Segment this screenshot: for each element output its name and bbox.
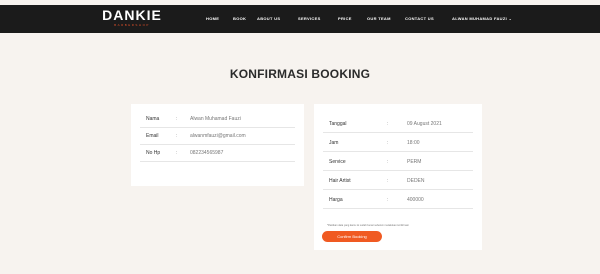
- field-label: Service: [329, 159, 346, 165]
- field-separator: :: [387, 140, 389, 146]
- field-label: Email: [146, 133, 159, 139]
- field-separator: :: [387, 178, 389, 184]
- field-separator: :: [387, 197, 389, 203]
- booking-row-price: Harga : 400000: [323, 192, 473, 209]
- field-label: Jam: [329, 140, 339, 146]
- customer-card: Nama : Alwan Muhamad Fauzi Email : alwan…: [131, 104, 304, 186]
- field-value: 18:00: [407, 140, 420, 146]
- booking-card: Tanggal : 09 August 2021 Jam : 18:00 Ser…: [314, 104, 482, 250]
- nav-services[interactable]: SERVICES: [298, 14, 321, 24]
- field-separator: :: [176, 116, 178, 122]
- field-label: No Hp: [146, 150, 161, 156]
- nav-user-menu[interactable]: ALWAN MUHAMAD FAUZI ⌄: [452, 14, 512, 24]
- booking-row-date: Tanggal : 09 August 2021: [323, 116, 473, 133]
- field-separator: :: [387, 159, 389, 165]
- field-value: 400000: [407, 197, 424, 203]
- nav-book[interactable]: BOOK: [233, 14, 246, 24]
- booking-row-time: Jam : 18:00: [323, 135, 473, 152]
- field-label: Nama: [146, 116, 160, 122]
- customer-row-name: Nama : Alwan Muhamad Fauzi: [140, 111, 295, 128]
- field-value: PERM: [407, 159, 422, 165]
- chevron-down-icon: ⌄: [508, 16, 513, 21]
- nav-about-us[interactable]: ABOUT US: [257, 14, 280, 24]
- field-label: Hair Artist: [329, 178, 351, 184]
- field-label: Tanggal: [329, 121, 347, 127]
- confirm-booking-button[interactable]: Confirm Booking: [322, 231, 382, 242]
- field-separator: :: [176, 150, 178, 156]
- customer-row-phone: No Hp : 082234565987: [140, 145, 295, 162]
- brand-tagline: BARBERSHOP: [114, 23, 150, 27]
- booking-row-hair-artist: Hair Artist : DEDEN: [323, 173, 473, 190]
- page-title: KONFIRMASI BOOKING: [229, 67, 371, 81]
- booking-row-service: Service : PERM: [323, 154, 473, 171]
- nav-price[interactable]: PRICE: [338, 14, 352, 24]
- field-value: DEDEN: [407, 178, 425, 184]
- field-value: 09 August 2021: [407, 121, 442, 127]
- confirmation-note: *Pastikan data yang kamu isi sudah benar…: [327, 224, 409, 227]
- user-name: ALWAN MUHAMAD FAUZI: [452, 16, 508, 21]
- nav-our-team[interactable]: OUR TEAM: [367, 14, 391, 24]
- field-separator: :: [176, 133, 178, 139]
- customer-row-email: Email : alwanmfauzi@gmail.com: [140, 128, 295, 145]
- navbar: DANKIE BARBERSHOP HOME BOOK ABOUT US SER…: [0, 5, 600, 33]
- field-label: Harga: [329, 197, 343, 203]
- field-value: 082234565987: [190, 150, 224, 156]
- field-separator: :: [387, 121, 389, 127]
- field-value: alwanmfauzi@gmail.com: [190, 133, 246, 139]
- nav-contact-us[interactable]: CONTACT US: [405, 14, 434, 24]
- brand-name: DANKIE: [102, 7, 162, 23]
- field-value: Alwan Muhamad Fauzi: [190, 116, 241, 122]
- nav-home[interactable]: HOME: [206, 14, 219, 24]
- brand-logo[interactable]: DANKIE BARBERSHOP: [96, 8, 168, 30]
